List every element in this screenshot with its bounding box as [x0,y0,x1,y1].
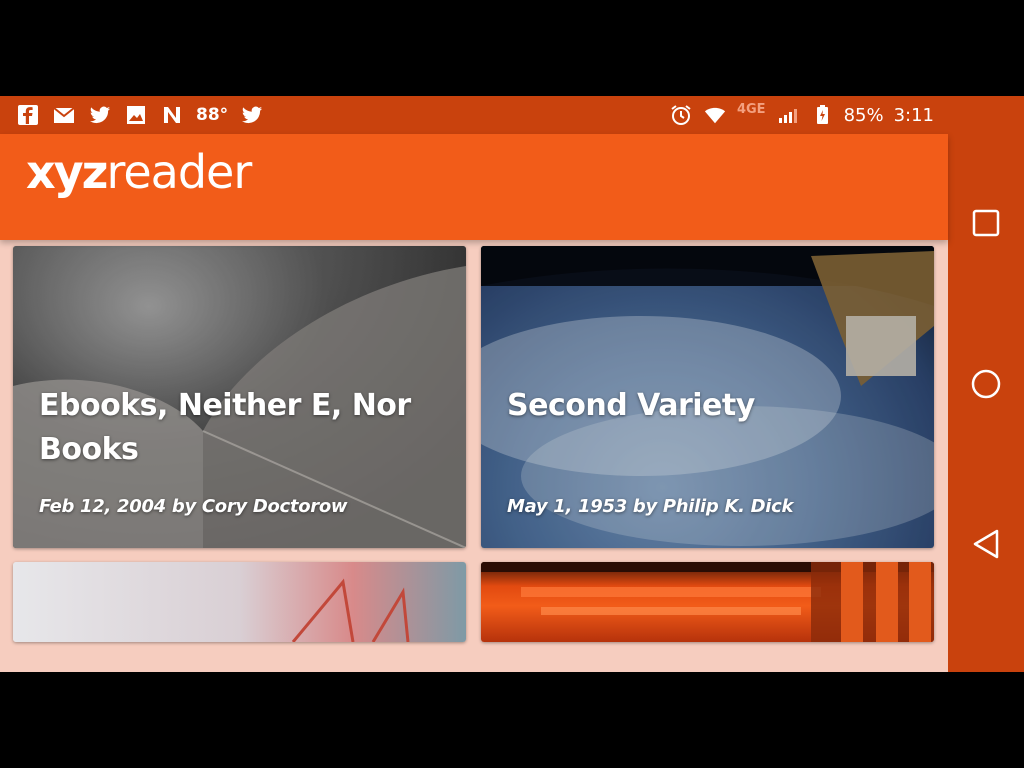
home-icon [971,369,1001,399]
signal-icon [776,104,800,126]
clock-text: 3:11 [893,104,934,126]
logo-regular-text: reader [106,145,252,199]
app-logo: xyzreader [26,144,252,200]
recent-apps-icon [972,209,1000,237]
network-type-text: 4GE [736,101,766,117]
wifi-icon [703,104,727,126]
back-button[interactable] [966,524,1006,564]
alarm-icon [669,104,693,126]
battery-charging-icon [810,104,834,126]
status-bar-system: 4GE 85% 3:11 [669,101,934,126]
temperature-text: 88° [196,105,229,125]
article-card[interactable] [13,562,466,642]
battery-percent-text: 85% [843,104,884,126]
twitter-icon [88,104,112,126]
article-card[interactable]: Ebooks, Neither E, Nor Books Feb 12, 200… [13,246,466,548]
image-icon [124,104,148,126]
article-title: Ebooks, Neither E, Nor Books [39,388,411,467]
home-button[interactable] [966,364,1006,404]
bridge-photo [291,578,410,642]
app-toolbar: xyzreader [0,134,948,240]
facebook-icon [16,104,40,126]
recent-apps-button[interactable] [966,203,1006,243]
news-icon [160,104,184,126]
back-icon [973,529,999,559]
gmail-icon [52,104,76,126]
twitter-icon [240,104,264,126]
app-screen: 88° 4GE 85% 3:11 xyzreader Ebooks, Neith… [0,96,1024,672]
navigation-bar [948,96,1024,672]
torii-gates-photo [481,562,934,642]
article-meta: May 1, 1953 by Philip K. Dick [507,496,794,517]
logo-bold-text: xyz [26,145,108,199]
article-card[interactable] [481,562,934,642]
status-bar-notifications: 88° [16,104,264,126]
status-bar: 88° 4GE 85% 3:11 [0,96,948,134]
article-card[interactable]: Second Variety May 1, 1953 by Philip K. … [481,246,934,548]
article-meta: Feb 12, 2004 by Cory Doctorow [39,496,348,517]
article-list: Ebooks, Neither E, Nor Books Feb 12, 200… [0,240,948,672]
article-title: Second Variety [507,388,755,423]
